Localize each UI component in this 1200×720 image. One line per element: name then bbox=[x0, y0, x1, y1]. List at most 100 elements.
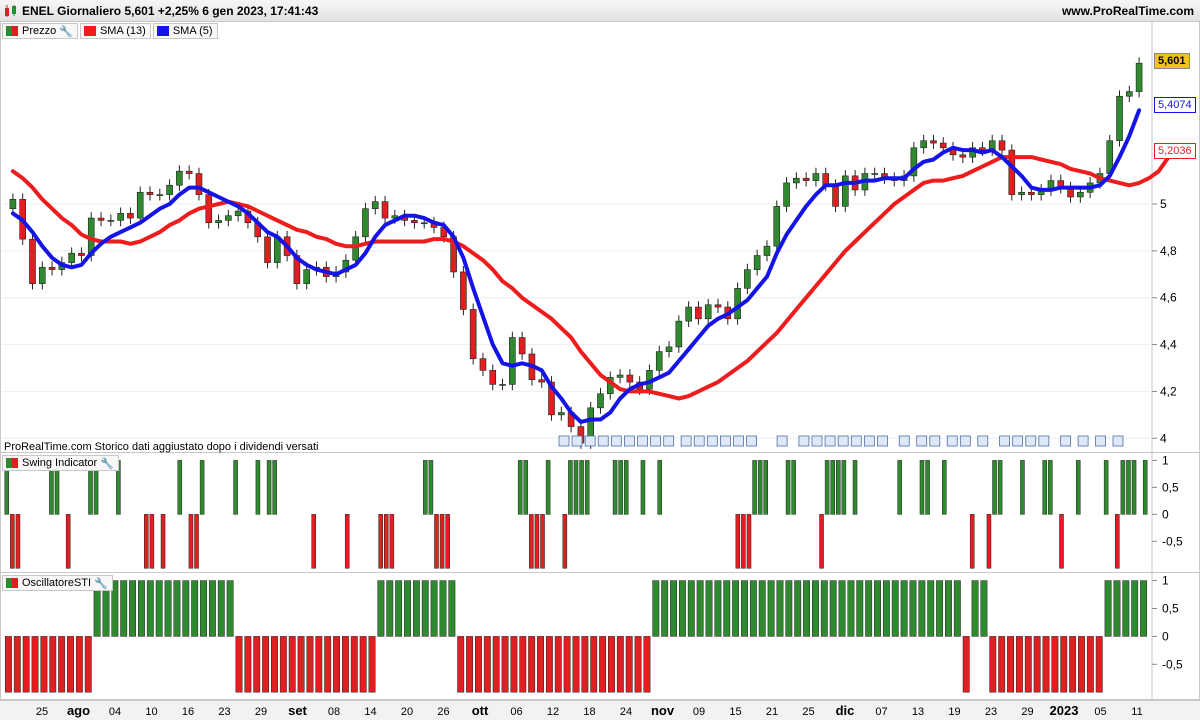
x-tick-label: 09 bbox=[693, 706, 705, 718]
candle-body bbox=[420, 222, 428, 225]
candle-body bbox=[704, 304, 712, 320]
sti-bar bbox=[519, 636, 527, 693]
chart-canvas[interactable]: 4 4,2 4,4 4,6 4,8 5 1 0,5 0 -0,5 1 0,5 0 -0,5 25 ago 04 1… bbox=[0, 0, 1200, 720]
swing-bar bbox=[612, 460, 618, 515]
sti-bar bbox=[466, 636, 474, 693]
swing-indicator-label[interactable]: Swing Indicator 🔧 bbox=[2, 455, 119, 471]
x-tick-label: nov bbox=[651, 703, 675, 718]
candle-body bbox=[665, 346, 673, 352]
swing-bar bbox=[568, 460, 573, 515]
candle-body bbox=[489, 370, 497, 385]
sti-bar bbox=[962, 636, 970, 693]
swing-bar bbox=[785, 460, 791, 515]
x-tick-label: dic bbox=[836, 703, 855, 718]
sti-bar bbox=[324, 636, 332, 693]
sti-bar bbox=[998, 636, 1006, 693]
swing-bar bbox=[160, 514, 166, 569]
sti-bar bbox=[945, 580, 952, 637]
x-tick-label: 19 bbox=[948, 706, 960, 718]
swing-bar bbox=[423, 460, 428, 515]
swing-tick-label: 0 bbox=[1162, 507, 1169, 521]
sti-tick-label: 1 bbox=[1162, 574, 1169, 588]
swing-bar bbox=[10, 514, 15, 569]
swing-bar bbox=[897, 460, 902, 515]
candle-body bbox=[685, 306, 692, 322]
swing-bar bbox=[819, 514, 824, 569]
sti-bar bbox=[146, 580, 154, 637]
candle-body bbox=[920, 140, 927, 149]
sti-bar bbox=[386, 580, 394, 637]
sti-bar bbox=[803, 580, 811, 637]
swing-bar bbox=[584, 460, 590, 515]
sti-bar bbox=[138, 580, 145, 637]
sti-bar bbox=[129, 580, 137, 637]
event-marker-icon bbox=[637, 435, 648, 447]
sti-bar bbox=[563, 636, 571, 693]
sti-bar bbox=[226, 580, 234, 637]
swing-bar bbox=[746, 514, 752, 569]
candle-body bbox=[1028, 191, 1035, 195]
x-tick-label: 25 bbox=[36, 706, 48, 718]
candle-body bbox=[812, 173, 820, 181]
sti-bar bbox=[333, 636, 341, 693]
candle-body bbox=[675, 320, 683, 348]
swing-bar bbox=[757, 460, 763, 515]
sti-bar bbox=[865, 580, 873, 637]
event-marker-icon bbox=[624, 435, 635, 447]
oscillator-sti-label[interactable]: OscillatoreSTI 🔧 bbox=[2, 575, 113, 591]
sti-bar bbox=[767, 580, 775, 637]
swing-bar bbox=[1142, 460, 1148, 515]
candle-body bbox=[38, 266, 46, 284]
candle-body bbox=[979, 147, 986, 151]
candle-body bbox=[48, 266, 56, 270]
sti-bar bbox=[989, 636, 997, 693]
swing-bar bbox=[389, 514, 395, 569]
swing-bar bbox=[579, 460, 584, 515]
sti-bar bbox=[49, 636, 57, 693]
swing-bar bbox=[1075, 460, 1081, 515]
candle-body bbox=[156, 194, 164, 196]
sti-bar bbox=[1069, 636, 1077, 693]
sti-bar bbox=[1015, 636, 1023, 693]
wrench-icon[interactable]: 🔧 bbox=[100, 457, 114, 470]
event-marker-icon bbox=[597, 435, 609, 447]
event-marker-icon bbox=[1060, 435, 1072, 447]
event-marker-icon bbox=[863, 435, 875, 447]
candle-body bbox=[499, 384, 506, 386]
swing-tick-label: 0,5 bbox=[1162, 480, 1179, 494]
sti-bar bbox=[1140, 580, 1148, 637]
sti-bar bbox=[1060, 636, 1068, 693]
candle-body bbox=[509, 337, 516, 385]
candle-body bbox=[763, 245, 771, 256]
swing-bar bbox=[177, 460, 183, 515]
event-marker-icon bbox=[571, 435, 583, 447]
sti-bar bbox=[457, 636, 465, 693]
swing-bar bbox=[830, 460, 835, 515]
sma13-line bbox=[10, 155, 1171, 401]
swing-bar bbox=[149, 514, 155, 569]
candle-body bbox=[107, 220, 115, 222]
price-tick-label: 5 bbox=[1160, 197, 1167, 211]
sti-bar bbox=[412, 580, 420, 637]
x-tick-label: 23 bbox=[985, 706, 997, 718]
candle-body bbox=[597, 393, 604, 409]
candle-body bbox=[558, 412, 565, 416]
sti-bar bbox=[1042, 636, 1050, 693]
event-marker-icon bbox=[1012, 435, 1024, 447]
event-marker-icon bbox=[680, 435, 692, 447]
sma13-price-tag: 5,2036 bbox=[1154, 143, 1196, 159]
swing-bar bbox=[1059, 514, 1064, 569]
sti-bar bbox=[58, 636, 66, 693]
sti-bar bbox=[608, 636, 615, 693]
sti-bar bbox=[1033, 636, 1041, 693]
candle-body bbox=[1077, 191, 1084, 198]
sti-bar bbox=[1078, 636, 1085, 693]
swing-bar bbox=[562, 514, 568, 569]
swing-bar bbox=[439, 514, 445, 569]
sti-bar bbox=[288, 636, 296, 693]
candle-body bbox=[783, 182, 790, 207]
sti-bar bbox=[953, 580, 961, 637]
event-marker-icon bbox=[824, 435, 836, 447]
wrench-icon[interactable]: 🔧 bbox=[94, 577, 108, 590]
sti-bar bbox=[191, 580, 199, 637]
